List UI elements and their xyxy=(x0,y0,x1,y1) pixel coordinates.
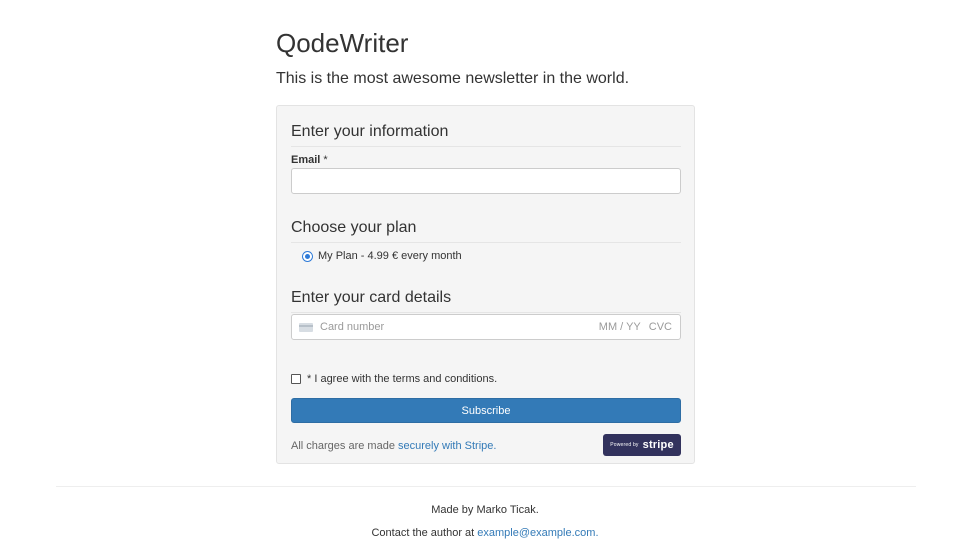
plan-section-heading: Choose your plan xyxy=(291,219,681,243)
powered-by-text: Powered by xyxy=(610,442,639,448)
checkbox-icon[interactable] xyxy=(291,374,301,384)
required-mark: * xyxy=(323,154,328,166)
charges-prefix: All charges are made xyxy=(291,440,398,452)
terms-agreement[interactable]: * I agree with the terms and conditions. xyxy=(291,373,497,385)
powered-by-stripe-badge[interactable]: Powered by stripe xyxy=(603,434,681,456)
plan-option-label: My Plan - 4.99 € every month xyxy=(318,250,462,262)
card-number-placeholder: Card number xyxy=(320,321,385,333)
radio-selected-icon[interactable] xyxy=(302,250,313,262)
card-input[interactable]: Card number MM / YY CVC xyxy=(291,314,681,340)
email-field[interactable] xyxy=(291,168,681,194)
contact-prefix: Contact the author at xyxy=(371,527,478,539)
subscribe-button[interactable]: Subscribe xyxy=(291,398,681,423)
charges-note: All charges are made securely with Strip… xyxy=(291,440,496,452)
terms-label: * I agree with the terms and conditions. xyxy=(307,373,498,385)
info-section-heading: Enter your information xyxy=(291,123,681,147)
stripe-logo: stripe xyxy=(642,439,674,451)
stripe-security-link[interactable]: securely with Stripe. xyxy=(398,440,496,452)
contact-email-link[interactable]: example@example.com. xyxy=(477,527,598,539)
made-by-text: Made by Marko Ticak. xyxy=(431,504,539,516)
card-cvc-placeholder: CVC xyxy=(648,321,672,333)
email-label-text: Email xyxy=(291,154,321,166)
footer-divider xyxy=(56,486,916,487)
plan-option[interactable]: My Plan - 4.99 € every month xyxy=(302,250,462,262)
radio-dot xyxy=(305,253,310,259)
credit-card-icon xyxy=(299,322,313,332)
card-section-heading: Enter your card details xyxy=(291,289,681,313)
email-label: Email * xyxy=(291,154,328,166)
subscription-form-panel: Enter your information Email * Choose yo… xyxy=(276,105,695,464)
card-expiry-placeholder: MM / YY xyxy=(598,321,641,333)
tagline: This is the most awesome newsletter in t… xyxy=(276,70,630,87)
contact-text: Contact the author at example@example.co… xyxy=(0,527,970,539)
app-title: QodeWriter xyxy=(276,28,409,58)
